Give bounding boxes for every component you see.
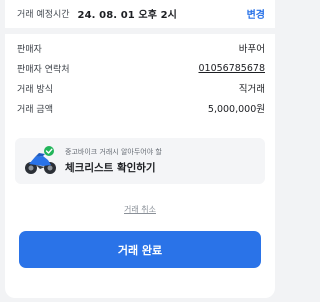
info-row-seller: 판매자 바푸어 bbox=[17, 38, 265, 58]
info-value: 5,000,000원 bbox=[207, 104, 265, 115]
info-row-method: 거래 방식 직거래 bbox=[17, 78, 265, 98]
info-value: 직거래 bbox=[238, 84, 265, 95]
info-key: 판매자 bbox=[17, 44, 42, 55]
cancel-trade-link[interactable]: 거래 취소 bbox=[5, 204, 275, 215]
banner-subtitle: 중고바이크 거래시 알아두어야 할 bbox=[65, 148, 162, 156]
trade-info-list: 판매자 바푸어 판매자 연락처 01056785678 거래 방식 직거래 거래… bbox=[17, 38, 265, 118]
banner-text: 중고바이크 거래시 알아두어야 할 체크리스트 확인하기 bbox=[65, 147, 162, 175]
banner-title: 체크리스트 확인하기 bbox=[65, 162, 156, 174]
info-value: 바푸어 bbox=[238, 44, 265, 55]
section-divider bbox=[5, 28, 275, 34]
info-row-amount: 거래 금액 5,000,000원 bbox=[17, 98, 265, 118]
info-row-contact: 판매자 연락처 01056785678 bbox=[17, 58, 265, 78]
info-key: 거래 방식 bbox=[17, 84, 53, 95]
change-schedule-button[interactable]: 변경 bbox=[247, 6, 265, 21]
seller-phone-link[interactable]: 01056785678 bbox=[199, 63, 266, 74]
schedule-row: 거래 예정시간 24. 08. 01 오후 2시 변경 bbox=[5, 0, 275, 27]
info-key: 거래 금액 bbox=[17, 104, 53, 115]
complete-trade-button[interactable]: 거래 완료 bbox=[19, 231, 261, 268]
schedule-label: 거래 예정시간 bbox=[17, 10, 70, 20]
info-key: 판매자 연락처 bbox=[17, 64, 70, 75]
trade-detail-card: 거래 예정시간 24. 08. 01 오후 2시 변경 판매자 바푸어 판매자 … bbox=[5, 0, 275, 298]
motorcycle-check-icon bbox=[23, 146, 57, 176]
checklist-banner[interactable]: 중고바이크 거래시 알아두어야 할 체크리스트 확인하기 bbox=[15, 138, 265, 184]
schedule-value: 24. 08. 01 오후 2시 bbox=[77, 10, 177, 21]
